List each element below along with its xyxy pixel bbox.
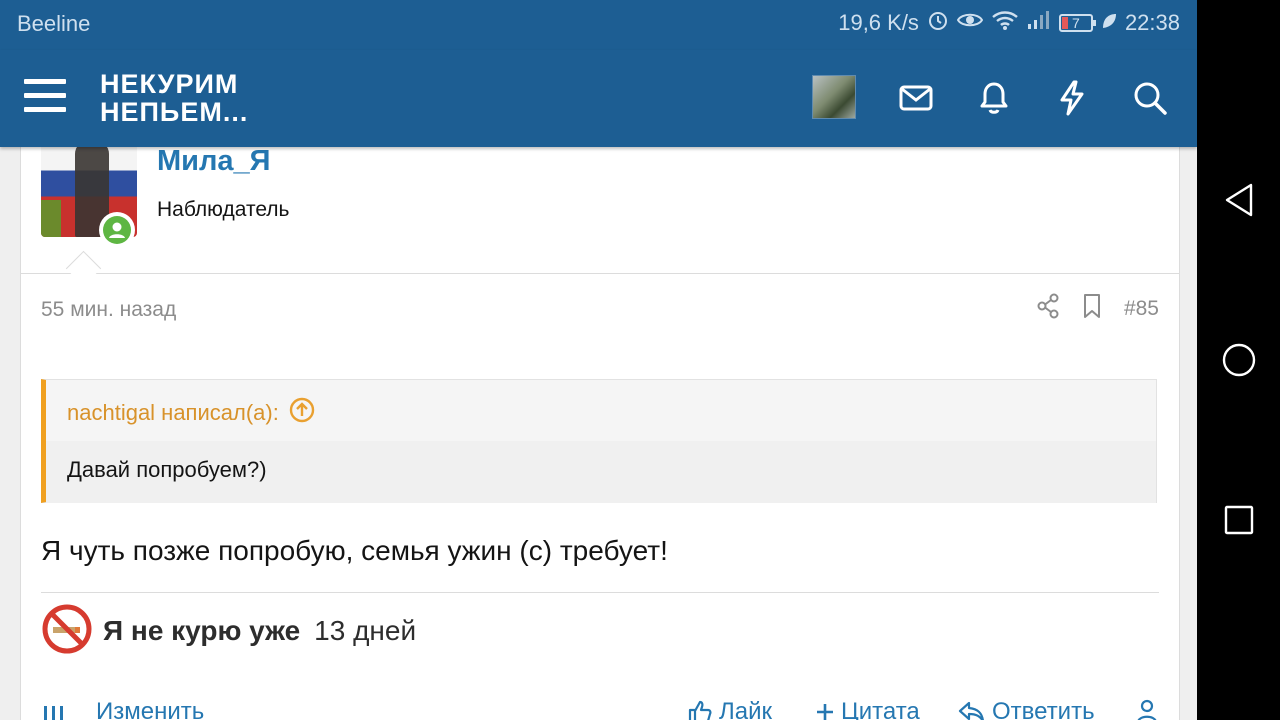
no-smoking-icon: [41, 603, 93, 660]
lightning-icon[interactable]: [1048, 74, 1096, 122]
avatar[interactable]: [812, 75, 856, 119]
quote-button[interactable]: Цитата: [815, 698, 920, 720]
edit-link[interactable]: Изменить: [96, 698, 204, 720]
alarm-icon: [927, 9, 949, 37]
battery-level: 7: [1072, 15, 1080, 31]
bell-icon[interactable]: [970, 74, 1018, 122]
quote-block: nachtigal написал(а): Давай попробуем?): [41, 379, 1157, 503]
post-actions: Изменить Лайк Цитата Ответить: [41, 696, 1159, 720]
post-number[interactable]: #85: [1124, 297, 1159, 321]
more-options-icon[interactable]: [43, 698, 65, 720]
clock: 22:38: [1124, 10, 1180, 35]
search-icon[interactable]: [1126, 74, 1174, 122]
like-button[interactable]: Лайк: [687, 698, 772, 720]
battery-icon: 7: [1058, 14, 1096, 32]
mail-icon[interactable]: [892, 74, 940, 122]
logo-line-2: НЕПЬЕМ...: [100, 97, 249, 127]
reply-button[interactable]: Ответить: [958, 698, 1095, 720]
site-logo[interactable]: НЕКУРИМ НЕПЬЕМ...: [100, 70, 248, 126]
menu-icon[interactable]: [24, 79, 68, 115]
recents-icon[interactable]: [1219, 500, 1259, 540]
reply-label: Ответить: [992, 698, 1095, 720]
status-bar: Beeline 19,6 K/s 7 22:38: [0, 0, 1197, 50]
signature: Я не курю уже 13 дней: [41, 600, 541, 662]
post-user-block: Мила_Я Наблюдатель: [21, 130, 1179, 274]
signal-icon: [1027, 10, 1051, 36]
signature-count: 13 дней: [314, 615, 417, 646]
carrier-name: Beeline: [17, 11, 91, 36]
online-status-icon: [99, 212, 135, 248]
signature-divider: [41, 592, 1159, 593]
logo-line-1: НЕКУРИМ: [100, 69, 239, 99]
back-icon[interactable]: [1219, 180, 1259, 220]
system-nav-bar: [1197, 0, 1280, 720]
quote-author[interactable]: nachtigal написал(а):: [67, 400, 279, 426]
leaf-icon: [1101, 10, 1117, 36]
post-card: Мила_Я Наблюдатель 55 мин. назад #85 nac…: [20, 130, 1180, 720]
user-title: Наблюдатель: [157, 198, 290, 221]
bookmark-icon[interactable]: [1082, 293, 1102, 325]
signature-label: Я не курю уже: [103, 615, 301, 646]
username-link[interactable]: Мила_Я: [157, 145, 271, 178]
user-icon[interactable]: [1136, 698, 1158, 720]
post-message: Я чуть позже попробую, семья ужин (с) тр…: [41, 535, 668, 566]
home-icon[interactable]: [1219, 340, 1259, 380]
app-screen: Beeline 19,6 K/s 7 22:38 НЕКУРИМ НЕПЬЕМ.…: [0, 0, 1197, 720]
share-icon[interactable]: [1036, 293, 1060, 325]
arrow-up-circle-icon[interactable]: [289, 397, 315, 429]
app-header: НЕКУРИМ НЕПЬЕМ...: [0, 50, 1197, 147]
eye-icon: [956, 10, 984, 36]
like-label: Лайк: [719, 698, 773, 720]
post-time[interactable]: 55 мин. назад: [41, 298, 176, 322]
wifi-icon: [991, 9, 1019, 37]
quote-text: Давай попробуем?): [67, 457, 267, 482]
network-speed: 19,6 K/s: [838, 10, 919, 35]
quote-label: Цитата: [841, 698, 920, 720]
